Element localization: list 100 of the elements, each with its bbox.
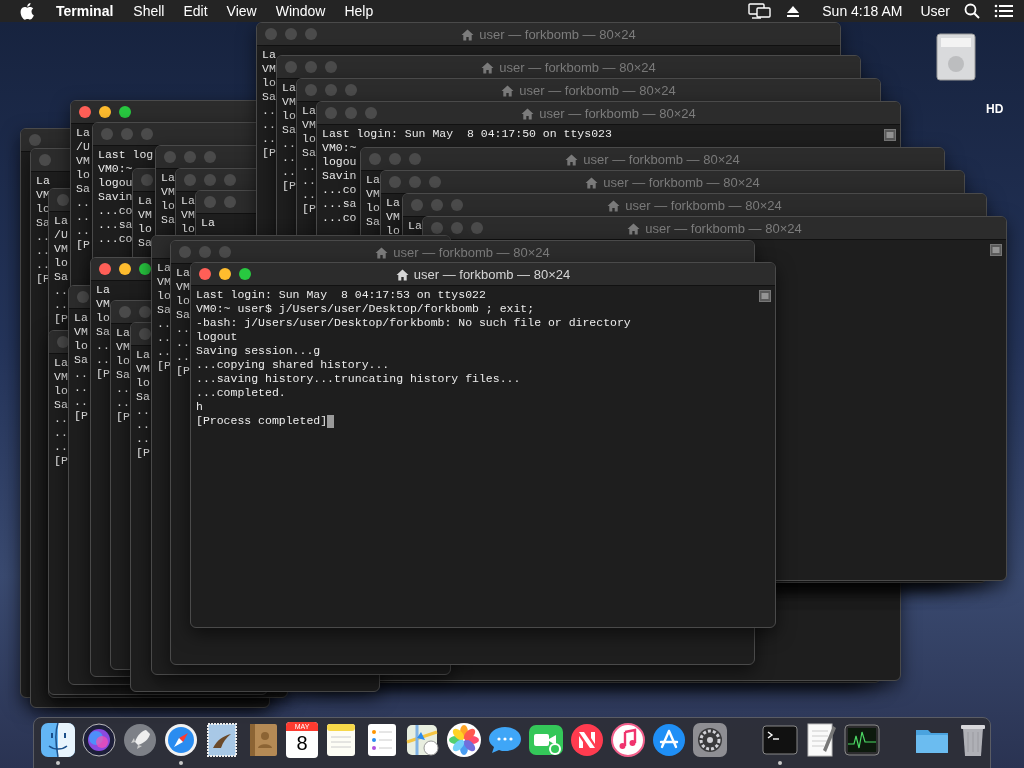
list-icon[interactable] [994,3,1014,19]
terminal-line: .. [36,258,50,272]
user-menu[interactable]: User [920,0,950,22]
terminal-line: lo [54,384,68,398]
home-icon [521,107,535,120]
terminal-line: La [302,104,316,118]
terminal-line: ...co [322,183,357,197]
app-store-icon[interactable] [651,722,687,758]
terminal-line: lo [157,289,171,303]
news-icon[interactable] [569,722,605,758]
terminal-line: .. [157,331,171,345]
close-button[interactable] [199,268,211,280]
terminal-line: lo [74,339,88,353]
terminal-line: La [176,266,190,280]
terminal-line: [Process completed] [196,414,328,428]
terminal-line: lo [96,311,110,325]
terminal-line: .. [74,381,88,395]
home-icon [565,153,579,166]
terminal-line: La [181,194,195,208]
zoom-button[interactable] [139,263,151,275]
terminal-line: Sa [116,368,130,382]
terminal-line: .. [36,230,50,244]
terminal-line: ...sa [322,197,357,211]
calendar-day: 8 [296,731,308,755]
zoom-button[interactable] [119,106,131,118]
terminal-line: lo [386,224,400,238]
terminal-line: VM [54,370,68,384]
music-note-icon[interactable] [610,722,646,758]
terminal-line: lo [181,222,195,236]
terminal-line: lo [176,294,190,308]
monitor-graph-icon[interactable] [844,722,880,758]
terminal-line: .. [54,298,68,312]
minimize-button[interactable] [99,106,111,118]
menu-item[interactable]: Edit [183,0,208,22]
search-icon[interactable] [964,3,980,19]
terminal-line: lo [282,109,296,123]
compass-icon[interactable] [163,722,199,758]
terminal-line: lo [262,76,276,90]
terminal-line: Sa [136,390,150,404]
zoom-button[interactable] [239,268,251,280]
screens-icon[interactable] [748,2,773,20]
home-icon [395,268,409,281]
terminal-line: .. [54,412,68,426]
scroll-indicator-icon[interactable] [884,129,896,141]
terminal-line: .. [136,404,150,418]
terminal-line: .. [262,118,276,132]
terminal-line: [P [157,359,171,373]
terminal-line: lo [302,132,316,146]
terminal-line: La [386,196,400,210]
terminal-line: La [157,261,171,275]
window-title: user — forkbomb — 80×24 [479,25,636,44]
close-button[interactable] [99,263,111,275]
terminal-line: [P [76,238,90,252]
app-menu[interactable]: Terminal [56,0,114,22]
terminal-line: La [76,126,90,140]
terminal-icon[interactable] [762,722,798,758]
face-icon[interactable] [40,722,76,758]
terminal-line: ...saving history...truncating history files... [196,372,521,386]
terminal-line: ...co [322,211,357,225]
scroll-indicator-icon[interactable] [759,290,771,302]
terminal-line: lo [136,376,150,390]
terminal-line: lo [138,222,152,236]
home-icon [375,246,389,259]
terminal-line: logout [196,330,238,344]
menu-item[interactable]: Shell [133,0,165,22]
home-icon [585,176,599,189]
orb-icon[interactable] [81,722,117,758]
apple-icon[interactable] [20,2,36,20]
gear-icon[interactable] [692,722,728,758]
terminal-line: Sa [74,353,88,367]
menu-item[interactable]: Help [344,0,374,22]
flower-icon[interactable] [446,722,482,758]
eject-icon[interactable] [786,4,801,18]
minimize-button[interactable] [119,263,131,275]
terminal-line: VM0:~ [322,141,357,155]
close-button[interactable] [79,106,91,118]
menu-clock[interactable]: Sun 4:18 AM [822,0,903,22]
terminal-line: La [161,171,175,185]
rocket-icon[interactable] [122,722,158,758]
terminal-line: La [262,48,276,62]
menu-item[interactable]: View [226,0,257,22]
terminal-line: La [282,81,296,95]
minimize-button[interactable] [219,268,231,280]
terminal-line: [P [262,146,276,160]
terminal-line: .. [176,322,190,336]
scroll-indicator-icon[interactable] [990,244,1002,256]
terminal-line: VM [138,208,152,222]
terminal-line: Sa [157,303,171,317]
stamp-icon[interactable] [204,722,240,758]
terminal-line: Last log [98,148,154,162]
terminal-line: VM [74,325,88,339]
terminal-line: .. [282,165,296,179]
map-icon[interactable] [405,722,441,758]
terminal-line: [P [96,367,110,381]
video-camera-icon[interactable] [528,722,564,758]
terminal-line: Sa [96,325,110,339]
window-title: user — forkbomb — 80×24 [625,196,782,215]
terminal-line: La [201,216,215,230]
hard-drive-icon[interactable] [935,32,977,82]
menu-item[interactable]: Window [275,0,326,22]
